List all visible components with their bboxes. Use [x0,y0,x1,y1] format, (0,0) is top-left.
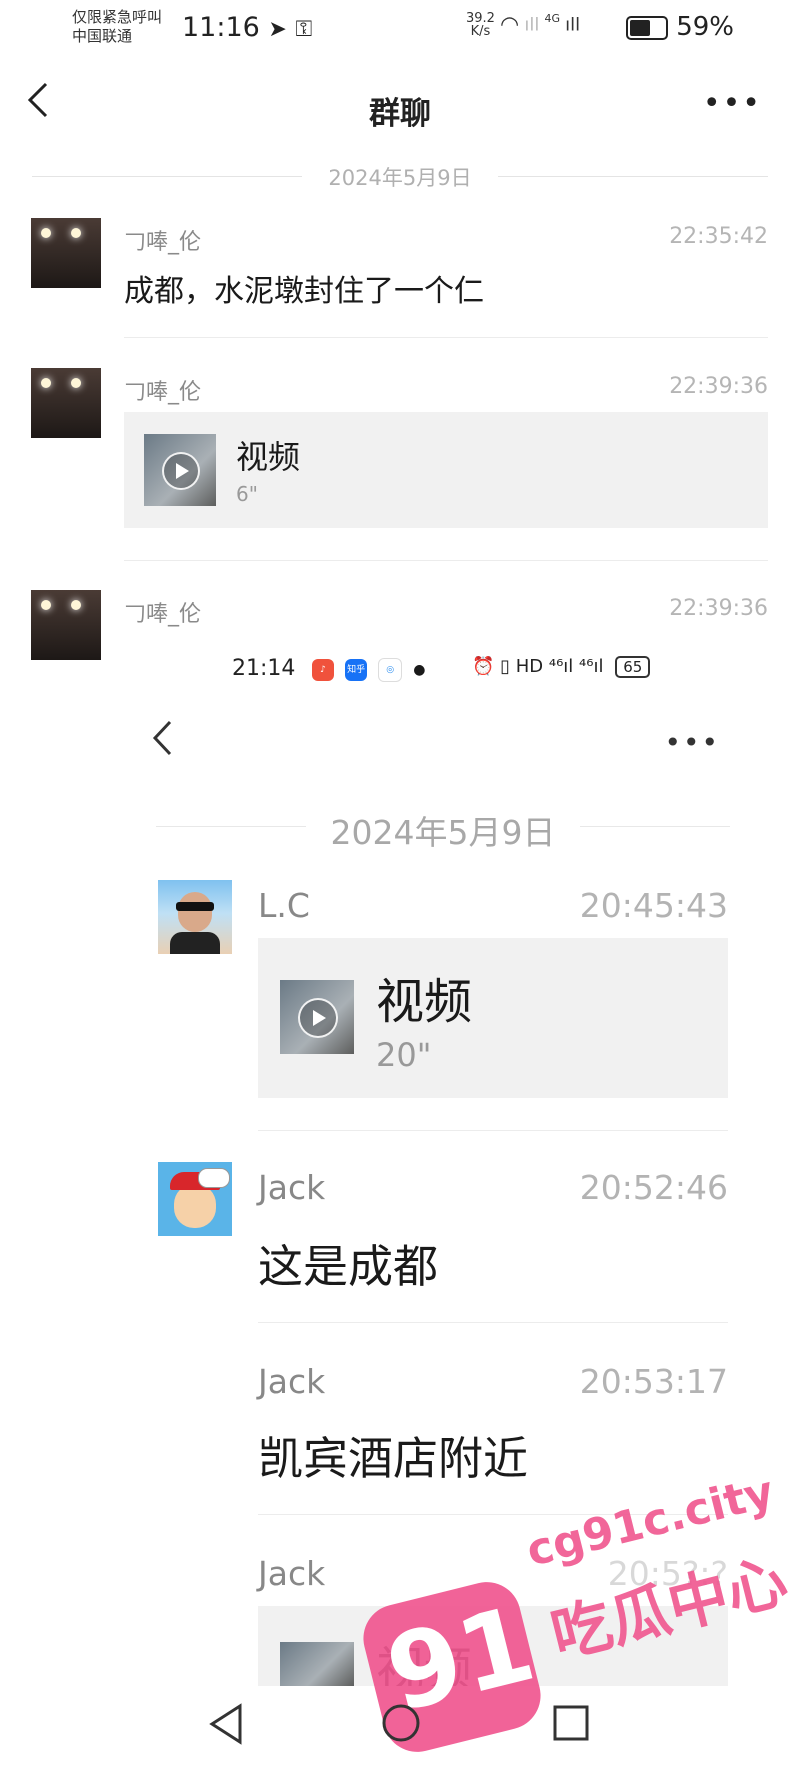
inner-more-button[interactable]: ••• [664,726,720,759]
avatar[interactable] [31,218,101,288]
more-dots-icon: ••• [664,726,720,759]
wifi-icon: ◠ [500,12,520,38]
speed-unit: K/s [470,24,491,39]
message-sender: L.C [258,886,310,925]
recents-square-icon[interactable] [552,1704,590,1742]
message-separator [258,1130,728,1131]
avatar[interactable] [31,590,101,660]
video-duration: 20" [376,1036,432,1074]
inner-battery: 65 [615,656,651,678]
battery-percent: 59% [676,12,734,42]
message-time: 22:39:36 [669,596,768,621]
message-time: 20:45:43 [579,886,728,925]
page-title: 群聊 [369,96,431,132]
system-navigation-bar [0,1690,800,1760]
network-speed: 39.2 K/s [466,12,495,38]
more-button[interactable]: ••• [703,86,762,121]
message-time: 22:35:42 [669,224,768,249]
message-time: 20:53:17 [579,1362,728,1401]
back-triangle-icon[interactable] [206,1702,246,1746]
message-sender: Jack [258,1362,326,1401]
status-icons: 39.2 K/s ◠ ıll 4G ıll [466,12,580,38]
message-text[interactable]: 这是成都 [258,1230,438,1295]
inner-status-right: ⏰ ▯ HD ⁴⁶ıl ⁴⁶ıl 65 [472,656,651,678]
divider-line-right [498,176,768,177]
message-time: 20:52:46 [579,1168,728,1207]
video-duration: 6" [236,482,258,506]
message-text[interactable]: 凯宾酒店附近 [258,1422,528,1487]
signal-icon: ıll [524,14,540,36]
telegram-icon: ➤ [268,17,287,42]
video-message-card[interactable]: 视频 6" [124,412,768,528]
video-thumbnail [280,980,354,1054]
message-separator [124,337,768,338]
status-time-text: 11:16 [182,12,260,43]
inner-date-text: 2024年5月9日 [330,813,556,852]
date-divider-text: 2024年5月9日 [328,166,472,190]
message-sender: Jack [258,1554,326,1593]
date-divider: 2024年5月9日 [32,162,768,190]
message-sender: 𠃌唪_伦 [124,380,202,405]
browser-app-icon: ◎ [378,658,403,682]
battery: 59% [625,12,734,42]
message-sender: Jack [258,1168,326,1207]
video-thumbnail [144,434,216,506]
message-separator [124,560,768,561]
inner-status-icons: ⏰ ▯ HD ⁴⁶ıl ⁴⁶ıl [472,656,604,677]
inner-back-button[interactable] [150,718,174,766]
music-app-icon: ♪ [312,659,334,681]
avatar[interactable] [158,1162,232,1236]
inner-status-apps: ♪ 知乎 ◎ ● [312,658,426,682]
video-label: 视频 [376,974,473,1030]
play-icon [162,452,200,490]
network-type: 4G [544,12,560,25]
message-time: 22:39:36 [669,374,768,399]
zhihu-app-icon: 知乎 [345,659,368,681]
divider-line-right [580,826,730,827]
message-sender: 𠃌唪_伦 [124,230,202,255]
home-circle-icon[interactable] [380,1702,422,1744]
avatar[interactable] [158,880,232,954]
message-sender: 𠃌唪_伦 [124,602,202,627]
video-thumbnail [280,1642,354,1686]
inner-date-divider: 2024年5月9日 [156,806,730,852]
status-time: 11:16 ➤ ⚿ [182,12,312,43]
avatar[interactable] [31,368,101,438]
more-dots-icon: ••• [702,86,762,121]
video-message-card[interactable]: 视频 20" [258,938,728,1098]
play-icon [298,998,338,1038]
battery-icon [625,15,668,40]
signal-icon-2: ıll [565,14,581,36]
key-icon: ⚿ [295,17,313,42]
dot-icon: ● [413,662,426,678]
inner-status-time: 21:14 [232,656,296,681]
carrier-line-2: 中国联通 [72,27,133,45]
message-text[interactable]: 成都，水泥墩封住了一个仁 [124,266,484,310]
carrier-line-1: 仅限紧急呼叫 [72,8,163,26]
chevron-left-icon [152,720,172,756]
message-separator [258,1322,728,1323]
video-label: 视频 [236,438,301,476]
carrier-info: 仅限紧急呼叫 中国联通 [72,8,162,46]
